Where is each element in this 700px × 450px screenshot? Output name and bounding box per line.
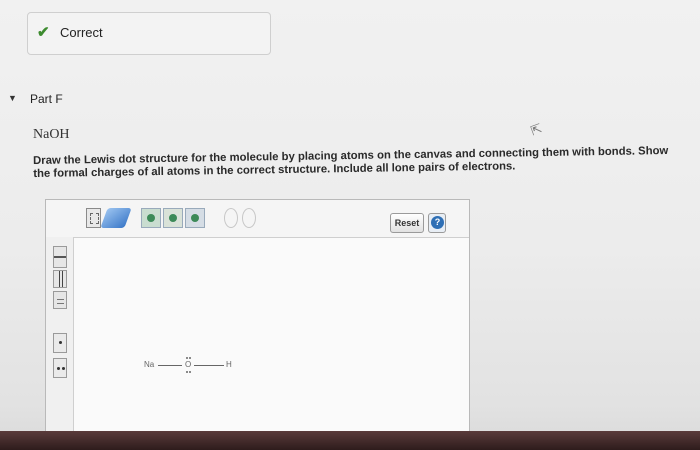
single-bond-icon[interactable] [53, 246, 67, 268]
select-tool-icon[interactable] [86, 208, 101, 228]
feedback-box: ✔ Correct [27, 12, 271, 55]
lewis-structure-editor[interactable]: Reset ? Na O H [45, 199, 470, 439]
lone-pair-dot [189, 371, 191, 373]
drawing-canvas[interactable]: Na O H [74, 238, 469, 438]
bond-na-o[interactable] [158, 365, 182, 366]
part-title: Part F [30, 92, 63, 106]
lone-pair-dot [186, 357, 188, 359]
bond-o-h[interactable] [194, 365, 224, 366]
lone-pair-dot [189, 357, 191, 359]
question-instructions: Draw the Lewis dot structure for the mol… [33, 145, 669, 180]
mouse-cursor-icon: ⇱ [528, 120, 544, 139]
screen-bezel [0, 431, 700, 450]
formula: NaOH [33, 127, 70, 142]
lone-pair-dot [186, 371, 188, 373]
triple-bond-icon[interactable] [53, 291, 67, 309]
lone-pair-icon[interactable] [53, 333, 67, 353]
charge-icon[interactable] [53, 358, 67, 378]
feedback-label: Correct [60, 25, 103, 40]
atom-o[interactable]: O [185, 360, 191, 369]
atom-h[interactable]: H [226, 360, 232, 369]
atom-na[interactable]: Na [144, 360, 154, 369]
atom-template-icon[interactable] [163, 208, 183, 228]
eraser-tool-icon[interactable] [100, 208, 132, 228]
triangle-down-icon[interactable]: ▼ [8, 93, 17, 103]
bond-tools-sidebar [46, 237, 74, 438]
atom-template-icon[interactable] [141, 208, 161, 228]
reset-button[interactable]: Reset [390, 213, 424, 233]
double-bond-icon[interactable] [53, 270, 67, 288]
atom-template-icon[interactable] [185, 208, 205, 228]
zoom-in-icon[interactable] [224, 208, 238, 228]
help-button[interactable]: ? [428, 213, 446, 233]
check-icon: ✔ [37, 24, 50, 41]
zoom-out-icon[interactable] [242, 208, 256, 228]
editor-toolbar: Reset ? [46, 200, 469, 238]
help-icon: ? [431, 216, 444, 229]
